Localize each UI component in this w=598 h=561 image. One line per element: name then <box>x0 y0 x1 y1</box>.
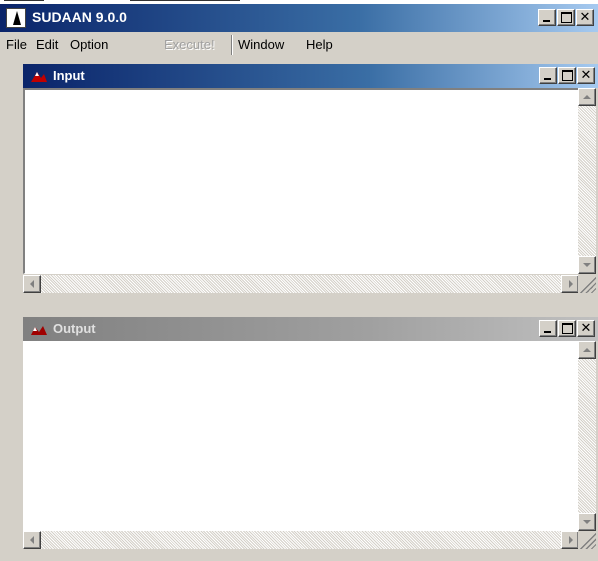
scroll-right-button[interactable] <box>561 275 579 293</box>
input-editor[interactable] <box>23 88 579 274</box>
minimize-icon[interactable] <box>539 67 557 84</box>
close-icon[interactable]: ✕ <box>577 67 595 84</box>
input-doc-icon[interactable] <box>31 70 47 82</box>
output-window-controls: ✕ <box>539 320 597 338</box>
scroll-down-button[interactable] <box>578 256 596 274</box>
scroll-left-button[interactable] <box>23 275 41 293</box>
menu-separator <box>231 35 233 55</box>
input-window: Input ✕ <box>22 63 598 311</box>
scroll-up-button[interactable] <box>578 88 596 106</box>
scroll-down-button[interactable] <box>578 513 596 531</box>
input-titlebar[interactable]: Input ✕ <box>23 64 598 88</box>
menu-option[interactable]: Option <box>70 37 108 52</box>
close-icon[interactable]: ✕ <box>577 320 595 337</box>
app-window-controls: ✕ <box>538 9 596 27</box>
left-arrow-icon <box>30 280 34 288</box>
maximize-icon[interactable] <box>558 67 576 84</box>
minimize-icon[interactable] <box>539 320 557 337</box>
menu-edit[interactable]: Edit <box>36 37 58 52</box>
minimize-icon[interactable] <box>538 9 556 26</box>
maximize-icon[interactable] <box>557 9 575 26</box>
scroll-left-button[interactable] <box>23 531 41 549</box>
output-vertical-scrollbar[interactable] <box>578 341 596 531</box>
input-title: Input <box>53 68 85 83</box>
down-arrow-icon <box>583 520 591 524</box>
output-window: Output ✕ <box>22 316 598 561</box>
app-title: SUDAAN 9.0.0 <box>32 9 127 25</box>
menu-file[interactable]: File <box>6 37 27 52</box>
right-arrow-icon <box>569 280 573 288</box>
menubar: File Edit Option Execute! Window Help <box>0 32 598 58</box>
scroll-right-button[interactable] <box>561 531 579 549</box>
menu-window[interactable]: Window <box>238 37 284 52</box>
right-arrow-icon <box>569 536 573 544</box>
output-title: Output <box>53 321 96 336</box>
down-arrow-icon <box>583 263 591 267</box>
left-arrow-icon <box>30 536 34 544</box>
menu-execute[interactable]: Execute! <box>164 37 215 52</box>
output-titlebar[interactable]: Output ✕ <box>23 317 598 341</box>
resize-grip-icon[interactable] <box>578 531 596 549</box>
output-horizontal-scrollbar[interactable] <box>23 531 579 549</box>
resize-grip-icon[interactable] <box>578 275 596 293</box>
up-arrow-icon <box>583 95 591 99</box>
menu-help[interactable]: Help <box>306 37 333 52</box>
sudaan-logo-icon[interactable] <box>6 8 26 28</box>
input-vertical-scrollbar[interactable] <box>578 88 596 274</box>
scroll-up-button[interactable] <box>578 341 596 359</box>
maximize-icon[interactable] <box>558 320 576 337</box>
input-window-controls: ✕ <box>539 67 597 85</box>
up-arrow-icon <box>583 348 591 352</box>
input-horizontal-scrollbar[interactable] <box>23 275 579 293</box>
output-viewer[interactable] <box>23 341 579 531</box>
output-doc-icon[interactable] <box>31 323 47 335</box>
close-icon[interactable]: ✕ <box>576 9 594 26</box>
app-window: SUDAAN 9.0.0 ✕ File Edit Option Execute!… <box>0 4 598 561</box>
app-titlebar[interactable]: SUDAAN 9.0.0 ✕ <box>0 4 598 32</box>
